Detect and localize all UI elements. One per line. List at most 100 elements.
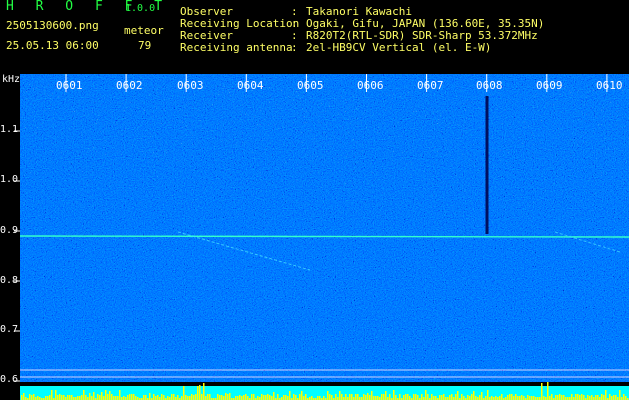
hour-label: 0607 <box>417 79 444 92</box>
activity-bar <box>199 385 201 400</box>
activity-bar <box>595 395 597 400</box>
activity-bar <box>613 395 615 400</box>
activity-bar <box>341 394 343 400</box>
activity-bar <box>157 395 159 400</box>
activity-bar <box>105 390 107 400</box>
hour-label: 0604 <box>237 79 264 92</box>
activity-bar <box>235 396 237 400</box>
activity-bar <box>591 395 593 400</box>
activity-bar <box>163 395 165 400</box>
activity-bar <box>251 394 253 400</box>
activity-bar <box>115 396 117 400</box>
activity-bar <box>81 395 83 400</box>
activity-bar <box>421 394 423 400</box>
freq-label: 1.0 <box>0 174 19 185</box>
activity-bar <box>257 396 259 400</box>
activity-bar <box>571 394 573 400</box>
activity-bar <box>133 394 135 400</box>
antenna-label: Receiving antenna <box>180 41 293 54</box>
activity-bar <box>29 394 31 400</box>
activity-bar <box>443 394 445 400</box>
activity-bar <box>597 395 599 400</box>
activity-bar <box>521 395 523 400</box>
activity-bar <box>217 394 219 400</box>
activity-bar <box>431 394 433 400</box>
freq-label: 0.6 <box>0 374 19 385</box>
activity-bar <box>57 395 59 400</box>
activity-bar <box>85 395 87 400</box>
activity-bar <box>117 396 119 400</box>
hour-label: 0602 <box>116 79 143 92</box>
activity-bar <box>317 396 319 400</box>
activity-bar <box>329 394 331 400</box>
activity-bar <box>61 395 63 400</box>
waterfall-spectrogram <box>14 74 629 400</box>
activity-bar <box>301 391 303 400</box>
activity-bar <box>185 395 187 400</box>
activity-bar <box>383 394 385 400</box>
activity-bar <box>89 393 91 400</box>
activity-bar <box>399 394 401 400</box>
activity-bar <box>123 396 125 400</box>
activity-bar <box>455 394 457 400</box>
activity-bar <box>405 394 407 400</box>
activity-bar <box>269 395 271 400</box>
activity-bar <box>471 394 473 400</box>
activity-bar <box>205 396 207 400</box>
activity-bar <box>481 392 483 400</box>
activity-bar <box>351 394 353 400</box>
activity-bar <box>371 391 373 400</box>
file-name: 2505130600.png <box>6 19 99 32</box>
activity-bar <box>517 396 519 400</box>
hour-label: 0601 <box>56 79 83 92</box>
activity-bar <box>389 394 391 400</box>
freq-label: 1.1 <box>0 124 19 135</box>
activity-bar <box>323 396 325 400</box>
activity-bar <box>223 396 225 400</box>
activity-bar <box>377 396 379 400</box>
header-panel: H R O F F T 1.0.0 2505130600.png meteor … <box>0 0 629 74</box>
activity-bar <box>345 394 347 400</box>
activity-bar <box>225 393 227 400</box>
activity-bar <box>129 394 131 400</box>
activity-bar <box>373 396 375 400</box>
activity-bar <box>601 394 603 400</box>
activity-bar <box>375 396 377 400</box>
activity-bar <box>253 394 255 400</box>
activity-bar <box>319 396 321 400</box>
activity-bar <box>363 394 365 400</box>
activity-bar <box>457 391 459 400</box>
antenna-colon: : <box>291 41 298 54</box>
meteor-label: meteor <box>124 24 164 37</box>
activity-bar <box>385 391 387 400</box>
activity-bar <box>427 394 429 400</box>
activity-bar <box>541 383 543 400</box>
timestamp: 25.05.13 06:00 <box>6 39 99 52</box>
activity-bar <box>449 395 451 400</box>
activity-bar <box>143 395 145 400</box>
activity-bar <box>559 394 561 400</box>
activity-bar <box>195 394 197 400</box>
activity-bar <box>183 386 185 400</box>
activity-bar <box>119 390 121 400</box>
activity-bar <box>135 396 137 400</box>
activity-bar <box>367 393 369 400</box>
activity-bar <box>189 396 191 400</box>
activity-bar <box>495 396 497 400</box>
activity-bar <box>509 394 511 400</box>
activity-bar <box>303 396 305 400</box>
activity-bar <box>23 393 25 400</box>
activity-bar <box>439 395 441 400</box>
activity-bar <box>145 395 147 400</box>
activity-bar <box>491 396 493 400</box>
activity-bar <box>177 395 179 400</box>
activity-bar <box>463 396 465 400</box>
activity-bar <box>241 396 243 400</box>
activity-bar <box>357 394 359 400</box>
activity-bar <box>407 394 409 400</box>
activity-bar <box>433 396 435 400</box>
activity-bar <box>561 395 563 400</box>
activity-bar <box>611 396 613 400</box>
activity-bar <box>403 395 405 400</box>
activity-bar <box>71 395 73 400</box>
